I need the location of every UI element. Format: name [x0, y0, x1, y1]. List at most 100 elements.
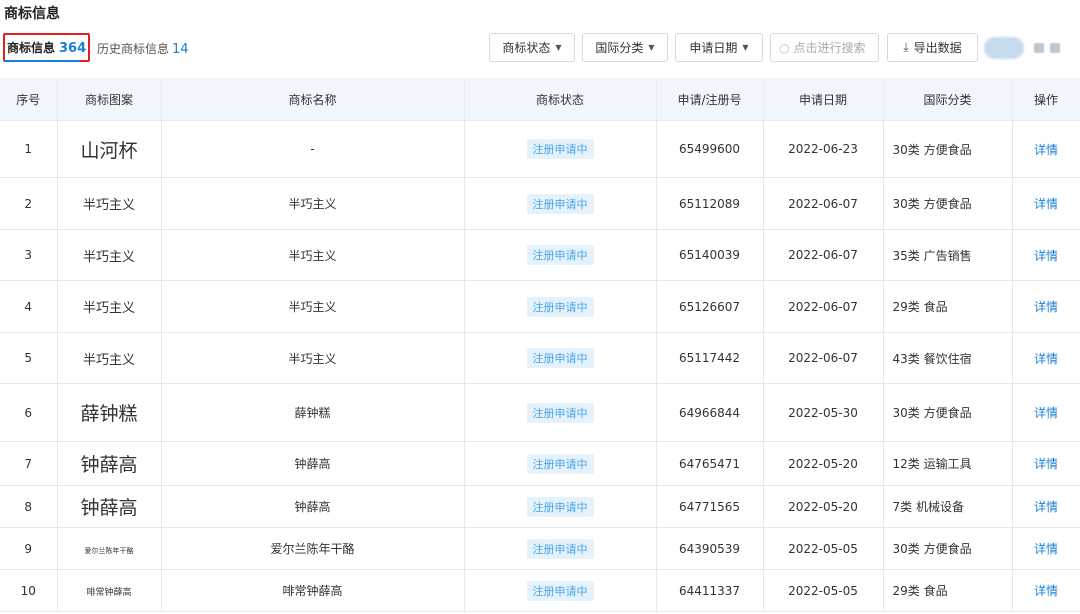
cell-name: 钟薛高 [161, 441, 465, 486]
cell-name: 半巧主义 [161, 229, 465, 281]
col-header-date: 申请日期 [763, 78, 884, 121]
table-row: 10 啡常钟薛高 啡常钟薛高 注册申请中 64411337 2022-05-05 29类 食… [0, 569, 1080, 612]
cell-status: 注册申请中 [464, 177, 657, 230]
details-link[interactable]: 详情 [1012, 229, 1080, 281]
details-link[interactable]: 详情 [1012, 441, 1080, 486]
search-input[interactable]: ○ 点击进行搜索 [770, 33, 879, 62]
details-link[interactable]: 详情 [1012, 120, 1080, 178]
page-title: 商标信息 [4, 6, 60, 22]
cell-class: 30类 方便食品 [883, 177, 1013, 230]
cell-reg-number: 64390539 [656, 527, 764, 570]
details-link[interactable]: 详情 [1012, 332, 1080, 384]
col-header-name: 商标名称 [161, 78, 465, 121]
details-link[interactable]: 详情 [1012, 485, 1080, 528]
export-label: 导出数据 [913, 41, 962, 55]
col-header-action: 操作 [1012, 78, 1080, 121]
cell-name: 啡常钟薛高 [161, 569, 465, 612]
cell-logo: 半巧主义 [57, 229, 162, 281]
cell-date: 2022-06-07 [763, 177, 884, 230]
cell-class: 29类 食品 [883, 569, 1013, 612]
details-link[interactable]: 详情 [1012, 177, 1080, 230]
cell-index: 8 [0, 485, 58, 528]
status-badge: 注册申请中 [526, 348, 594, 368]
date-filter-dropdown[interactable]: 申请日期 ▼ [675, 33, 763, 62]
cell-index: 4 [0, 280, 58, 333]
search-placeholder: 点击进行搜索 [793, 41, 866, 55]
cell-index: 2 [0, 177, 58, 230]
details-link[interactable]: 详情 [1012, 280, 1080, 333]
table-header-row: 序号 商标图案 商标名称 商标状态 申请/注册号 申请日期 国际分类 操作 [0, 78, 1080, 121]
table-row: 1 山河杯 - 注册申请中 65499600 2022-06-23 30类 方便食品 详情 [0, 120, 1080, 178]
trademark-logo-image: 半巧主义 [82, 249, 135, 265]
tab-current-trademarks[interactable]: 商标信息 364 [3, 33, 90, 62]
cell-class: 43类 餐饮住宿 [883, 332, 1013, 384]
trademark-table: 序号 商标图案 商标名称 商标状态 申请/注册号 申请日期 国际分类 操作 1山… [0, 78, 1080, 612]
caret-down-icon: ▼ [648, 43, 655, 52]
tab-current-label: 商标信息 [7, 41, 56, 55]
class-filter-label: 国际分类 [595, 41, 644, 55]
cell-index: 3 [0, 229, 58, 281]
caret-down-icon: ▼ [555, 43, 562, 52]
cell-reg-number: 65499600 [656, 120, 764, 178]
cell-name: 爱尔兰陈年干酪 [161, 527, 465, 570]
cell-status: 注册申请中 [464, 441, 657, 486]
table-row: 6 薛钟糕 薛钟糕 注册申请中 64966844 2022-05-30 30类 方便食品 详情 [0, 383, 1080, 442]
blurred-avatar [984, 36, 1024, 59]
cell-reg-number: 64411337 [656, 569, 764, 612]
status-badge: 注册申请中 [526, 402, 594, 423]
cell-logo: 钟薛高 [57, 441, 162, 486]
details-link[interactable]: 详情 [1012, 383, 1080, 442]
trademark-logo-image: 钟薛高 [80, 454, 138, 476]
table-row: 5 半巧主义 半巧主义 注册申请中 65117442 2022-06-07 43类 餐饮住宿… [0, 332, 1080, 384]
tab-history-count: 14 [172, 42, 189, 57]
cell-index: 9 [0, 527, 58, 570]
cell-index: 7 [0, 441, 58, 486]
cell-status: 注册申请中 [464, 120, 657, 178]
tab-history-trademarks[interactable]: 历史商标信息 14 [97, 40, 189, 57]
tab-current-count: 364 [59, 41, 87, 56]
cell-date: 2022-06-07 [763, 332, 884, 384]
tab-history-label: 历史商标信息 [97, 42, 170, 56]
trademark-logo-image: 半巧主义 [82, 352, 135, 368]
trademark-logo-image: 山河杯 [80, 139, 138, 162]
table-row: 3 半巧主义 半巧主义 注册申请中 65140039 2022-06-07 35类 广告销售… [0, 229, 1080, 281]
cell-class: 35类 广告销售 [883, 229, 1013, 281]
cell-status: 注册申请中 [464, 485, 657, 528]
status-badge: 注册申请中 [526, 193, 594, 214]
cell-status: 注册申请中 [464, 569, 657, 612]
status-badge: 注册申请中 [526, 496, 594, 517]
details-link[interactable]: 详情 [1012, 569, 1080, 612]
class-filter-dropdown[interactable]: 国际分类 ▼ [582, 33, 668, 62]
trademark-logo-image: 啡常钟薛高 [86, 587, 132, 598]
cell-logo: 啡常钟薛高 [57, 569, 162, 612]
cell-reg-number: 64765471 [656, 441, 764, 486]
blurred-user-area [984, 33, 1076, 62]
cell-class: 30类 方便食品 [883, 527, 1013, 570]
cell-logo: 山河杯 [57, 120, 162, 178]
trademark-logo-image: 薛钟糕 [80, 403, 138, 425]
cell-date: 2022-06-23 [763, 120, 884, 178]
trademark-logo-image: 爱尔兰陈年干酪 [84, 546, 134, 555]
table-row: 8 钟薛高 钟薛高 注册申请中 64771565 2022-05-20 7类 机械设备 详情 [0, 485, 1080, 528]
cell-status: 注册申请中 [464, 383, 657, 442]
export-data-button[interactable]: ⤓ 导出数据 [887, 33, 978, 62]
status-filter-dropdown[interactable]: 商标状态 ▼ [489, 33, 575, 62]
col-header-class: 国际分类 [883, 78, 1013, 121]
status-badge: 注册申请中 [526, 538, 594, 559]
details-link[interactable]: 详情 [1012, 527, 1080, 570]
cell-status: 注册申请中 [464, 229, 657, 281]
date-filter-label: 申请日期 [689, 41, 738, 55]
trademark-logo-image: 半巧主义 [82, 301, 135, 316]
status-badge: 注册申请中 [526, 580, 594, 601]
table-row: 2 半巧主义 半巧主义 注册申请中 65112089 2022-06-07 30类 方便食品… [0, 177, 1080, 230]
status-badge: 注册申请中 [526, 453, 594, 474]
cell-reg-number: 65140039 [656, 229, 764, 281]
cell-name: 钟薛高 [161, 485, 465, 528]
cell-date: 2022-06-07 [763, 280, 884, 333]
cell-logo: 半巧主义 [57, 332, 162, 384]
cell-reg-number: 65126607 [656, 280, 764, 333]
col-header-reg-number: 申请/注册号 [656, 78, 764, 121]
cell-name: 薛钟糕 [161, 383, 465, 442]
col-header-status: 商标状态 [464, 78, 657, 121]
cell-logo: 半巧主义 [57, 280, 162, 333]
